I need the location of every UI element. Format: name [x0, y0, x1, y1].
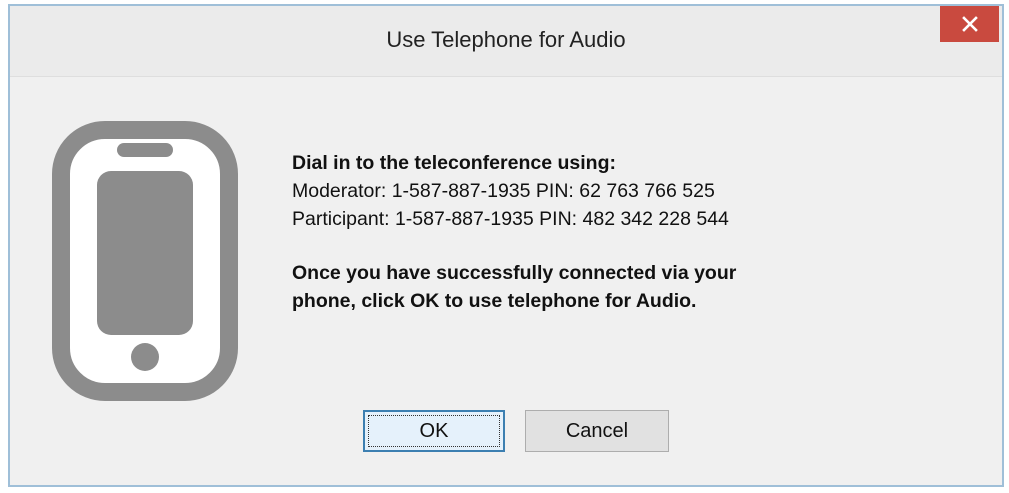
dial-in-message: Dial in to the teleconference using: Mod… — [292, 149, 736, 315]
close-icon — [961, 16, 978, 32]
instruction-line-2: phone, click OK to use telephone for Aud… — [292, 290, 697, 312]
participant-line: Participant: 1-587-887-1935 PIN: 482 342… — [292, 208, 729, 230]
telephone-audio-dialog: Use Telephone for Audio Dial in to the t… — [8, 4, 1004, 487]
dialog-title: Use Telephone for Audio — [386, 27, 626, 52]
ok-button-label: OK — [419, 419, 449, 442]
title-bar[interactable]: Use Telephone for Audio — [10, 6, 1002, 77]
dial-in-heading: Dial in to the teleconference using: — [292, 152, 616, 174]
close-button[interactable] — [940, 6, 999, 42]
moderator-line: Moderator: 1-587-887-1935 PIN: 62 763 76… — [292, 180, 715, 202]
mobile-phone-icon — [52, 121, 238, 401]
ok-button[interactable]: OK — [363, 410, 505, 452]
dialog-body: Dial in to the teleconference using: Mod… — [10, 77, 1002, 485]
instruction-line-1: Once you have successfully connected via… — [292, 262, 737, 284]
cancel-button-label: Cancel — [565, 419, 629, 442]
cancel-button[interactable]: Cancel — [525, 410, 669, 452]
